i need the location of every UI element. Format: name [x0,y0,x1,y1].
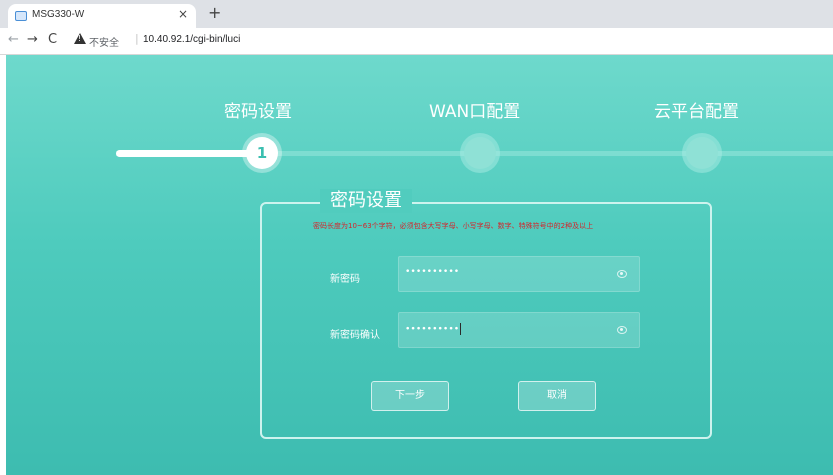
reload-icon[interactable]: C [48,32,57,47]
address-bar: ← → C ! 不安全 | 10.40.92.1/cgi-bin/luci [0,28,833,55]
step-circle-3 [686,137,718,169]
new-password-value: •••••••••• [405,267,460,277]
close-tab-icon[interactable]: × [178,7,188,21]
step-label-cloud: 云平台配置 [654,102,739,122]
tab-title: MSG330-W [32,9,85,20]
back-icon[interactable]: ← [8,32,19,47]
favicon-icon [15,11,27,21]
step-label-wan: WAN口配置 [429,102,521,122]
panel-title: 密码设置 [320,189,412,213]
password-panel: 密码设置 密码长度为10~63个字符，必须包含大写字母、小写字母、数字、特殊符号… [260,189,712,439]
address-separator: | [135,32,139,45]
eye-icon[interactable] [617,270,627,278]
eye-icon[interactable] [617,326,627,334]
new-tab-icon[interactable]: + [208,4,221,22]
next-button[interactable]: 下一步 [371,381,449,411]
step-label-password: 密码设置 [224,102,292,122]
forward-icon[interactable]: → [27,32,38,47]
browser-tab-strip: MSG330-W × + [0,0,833,28]
new-password-label: 新密码 [330,274,360,285]
setup-page: 密码设置 WAN口配置 云平台配置 1 密码设置 密码长度为10~63个字符，必… [6,55,833,475]
new-password-field[interactable]: •••••••••• [398,256,640,292]
insecure-label[interactable]: 不安全 [89,34,119,49]
step-circle-1: 1 [246,137,278,169]
warning-icon[interactable]: ! [74,33,86,44]
progress-track-done [116,150,261,157]
text-caret [460,323,462,335]
confirm-password-value: •••••••••• [405,324,460,335]
cancel-button[interactable]: 取消 [518,381,596,411]
browser-tab[interactable]: MSG330-W × [8,4,196,28]
confirm-password-field[interactable]: •••••••••• [398,312,640,348]
step-circle-2 [464,137,496,169]
password-rule-note: 密码长度为10~63个字符，必须包含大写字母、小写字母、数字、特殊符号中的2种及… [313,222,594,230]
url-field[interactable]: 10.40.92.1/cgi-bin/luci [143,34,240,45]
confirm-password-label: 新密码确认 [330,330,380,341]
